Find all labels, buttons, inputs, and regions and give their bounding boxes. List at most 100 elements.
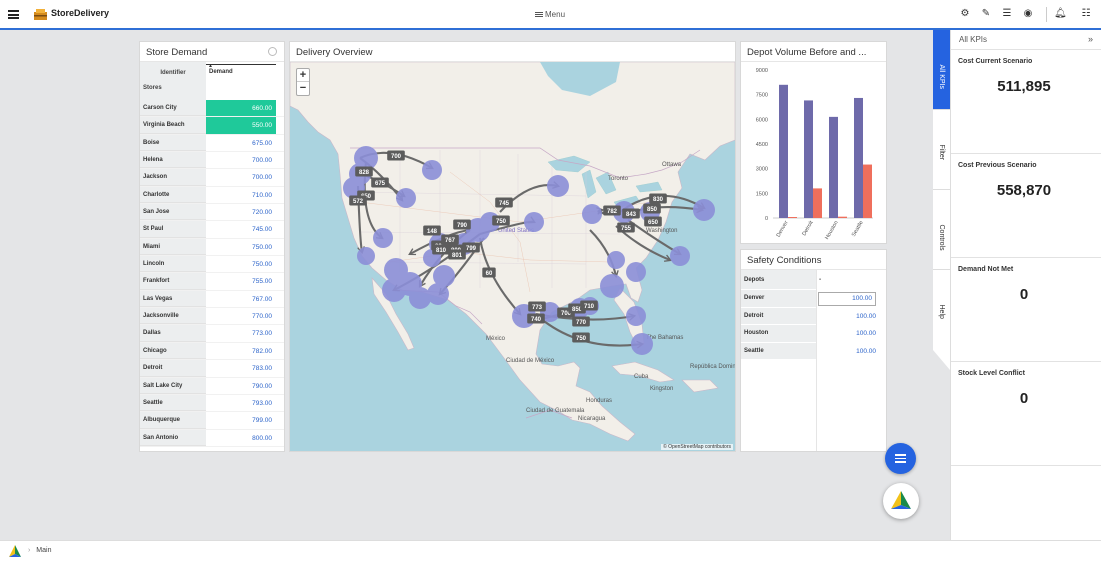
table-row[interactable]: Las Vegas 767.00 [140, 290, 284, 309]
bar-houston-series-1[interactable] [829, 116, 838, 218]
table-row[interactable]: Boise 675.00 [140, 134, 284, 153]
demand-value-cell[interactable]: 745.00 [206, 221, 276, 237]
demand-value-cell[interactable]: 750.00 [206, 256, 276, 272]
demand-value-cell[interactable]: 755.00 [206, 273, 276, 289]
tab-filter[interactable]: Filter [933, 110, 950, 190]
sliders-icon[interactable]: ☷ [1080, 8, 1092, 20]
table-row[interactable]: St Paul 745.00 [140, 221, 284, 239]
store-marker[interactable] [547, 175, 569, 197]
table-row[interactable]: Chicago 782.00 [140, 342, 284, 361]
table-row[interactable]: Jackson 700.00 [140, 169, 284, 187]
x-category-label: Houston [824, 220, 839, 241]
table-row[interactable]: Dallas 773.00 [140, 325, 284, 343]
store-marker[interactable] [433, 265, 455, 287]
edit-pencil-icon[interactable]: ✎ [980, 8, 992, 20]
zoom-out-button[interactable]: − [297, 82, 309, 95]
visibility-icon[interactable]: ◉ [1022, 8, 1034, 20]
store-marker[interactable] [524, 212, 544, 232]
bar-detroit-series-2[interactable] [813, 188, 822, 218]
table-row[interactable]: Charlotte 710.00 [140, 186, 284, 205]
safety-value-cell[interactable]: 100.00 [816, 343, 886, 361]
table-row[interactable]: Frankfort 755.00 [140, 273, 284, 291]
demand-value-cell[interactable]: 710.00 [206, 187, 276, 203]
demand-value-cell[interactable]: 800.00 [206, 430, 276, 446]
demand-value-cell[interactable]: 700.00 [206, 169, 276, 185]
tab-all-kpis[interactable]: All KPIs [933, 30, 950, 110]
store-marker[interactable] [693, 199, 715, 221]
demand-value-cell[interactable]: 783.00 [206, 360, 276, 376]
bar-denver-series-1[interactable] [779, 84, 788, 218]
notification-bell-icon[interactable]: 🔔︎ [1054, 8, 1067, 20]
table-row[interactable]: Miami 750.00 [140, 238, 284, 257]
hamburger-menu-icon[interactable] [8, 10, 19, 19]
store-marker[interactable] [631, 333, 653, 355]
table-row[interactable]: Detroit 783.00 [140, 360, 284, 378]
table-row[interactable]: Seattle 100.00 [741, 342, 886, 361]
store-marker[interactable] [382, 278, 406, 302]
table-row[interactable]: Seattle 793.00 [140, 394, 284, 413]
demand-value-cell[interactable]: 773.00 [206, 325, 276, 341]
demand-value-cell[interactable]: 550.00 [206, 117, 276, 134]
store-marker[interactable] [422, 160, 442, 180]
identifier-header[interactable]: Identifier [140, 62, 206, 81]
safety-value-cell[interactable]: 100.00 [818, 292, 876, 306]
table-row[interactable]: Carson City 660.00 [140, 100, 284, 118]
delivery-map[interactable]: Ottawa Toronto Washington United States Méxi… [290, 62, 735, 451]
bar-seattle-series-1[interactable] [854, 97, 863, 218]
menu-fab-button[interactable] [885, 443, 916, 474]
safety-value-cell[interactable]: 100.00 [816, 308, 886, 326]
table-row[interactable]: San Antonio 800.00 [140, 429, 284, 447]
table-row[interactable]: Albuquerque 799.00 [140, 412, 284, 430]
demand-value-cell[interactable]: 720.00 [206, 204, 276, 220]
demand-header[interactable]: ▲ Demand [206, 63, 276, 100]
map-attribution[interactable]: © OpenStreetMap contributors [661, 444, 733, 450]
tab-help[interactable]: Help [933, 270, 950, 350]
demand-value-cell[interactable]: 790.00 [206, 378, 276, 394]
table-row[interactable]: Denver 100.00 [741, 290, 886, 308]
demand-value-cell[interactable]: 770.00 [206, 308, 276, 324]
store-marker[interactable] [626, 306, 646, 326]
demand-value-cell[interactable]: 782.00 [206, 343, 276, 359]
store-marker[interactable] [396, 188, 416, 208]
sort-up-icon[interactable]: ▲ [208, 63, 213, 69]
table-row[interactable]: Lincoln 750.00 [140, 256, 284, 274]
home-logo-icon[interactable] [8, 545, 22, 558]
demand-value-cell[interactable]: 675.00 [206, 135, 276, 151]
table-row[interactable]: Salt Lake City 790.00 [140, 377, 284, 395]
settings-gear-icon[interactable]: ⚙ [959, 8, 971, 20]
panel-options-icon[interactable] [268, 47, 277, 56]
bar-denver-series-2[interactable] [788, 217, 797, 218]
bar-houston-series-2[interactable] [838, 216, 847, 218]
demand-value-cell[interactable]: 793.00 [206, 395, 276, 411]
store-marker[interactable] [373, 228, 393, 248]
table-row[interactable]: Virginia Beach 550.00 [140, 117, 284, 135]
store-marker[interactable] [670, 246, 690, 266]
table-row[interactable]: San Jose 720.00 [140, 204, 284, 222]
tab-controls[interactable]: Controls [933, 190, 950, 270]
store-marker[interactable] [626, 262, 646, 282]
demand-value-cell[interactable]: 700.00 [206, 152, 276, 168]
bar-detroit-series-1[interactable] [804, 100, 813, 218]
table-row[interactable]: Jacksonville 770.00 [140, 308, 284, 326]
table-row[interactable]: Helena 700.00 [140, 152, 284, 170]
store-marker[interactable] [357, 247, 375, 265]
collapse-chevron-icon[interactable]: » [1088, 34, 1093, 44]
demand-value-cell[interactable]: 799.00 [206, 412, 276, 428]
table-row[interactable]: Detroit 100.00 [741, 307, 886, 326]
map-place-label: Honduras [586, 398, 612, 404]
safety-value-cell[interactable]: 100.00 [816, 325, 886, 343]
store-marker[interactable] [607, 251, 625, 269]
demand-value-cell[interactable]: 767.00 [206, 291, 276, 307]
demand-value-cell[interactable]: 660.00 [206, 100, 276, 117]
breadcrumb-main[interactable]: Main [36, 547, 51, 554]
assistant-fab-button[interactable] [883, 483, 919, 519]
demand-value-cell[interactable]: 750.00 [206, 239, 276, 255]
map-canvas[interactable]: OttawaTorontoWashingtonUnited StatesMéxi… [290, 62, 735, 451]
store-marker[interactable] [582, 204, 602, 224]
list-icon[interactable]: ☰ [1001, 8, 1013, 20]
bar-seattle-series-2[interactable] [863, 164, 872, 218]
menu-button[interactable]: Menu [535, 10, 565, 19]
zoom-in-button[interactable]: + [297, 69, 309, 82]
store-marker[interactable] [600, 274, 624, 298]
table-row[interactable]: Houston 100.00 [741, 325, 886, 343]
